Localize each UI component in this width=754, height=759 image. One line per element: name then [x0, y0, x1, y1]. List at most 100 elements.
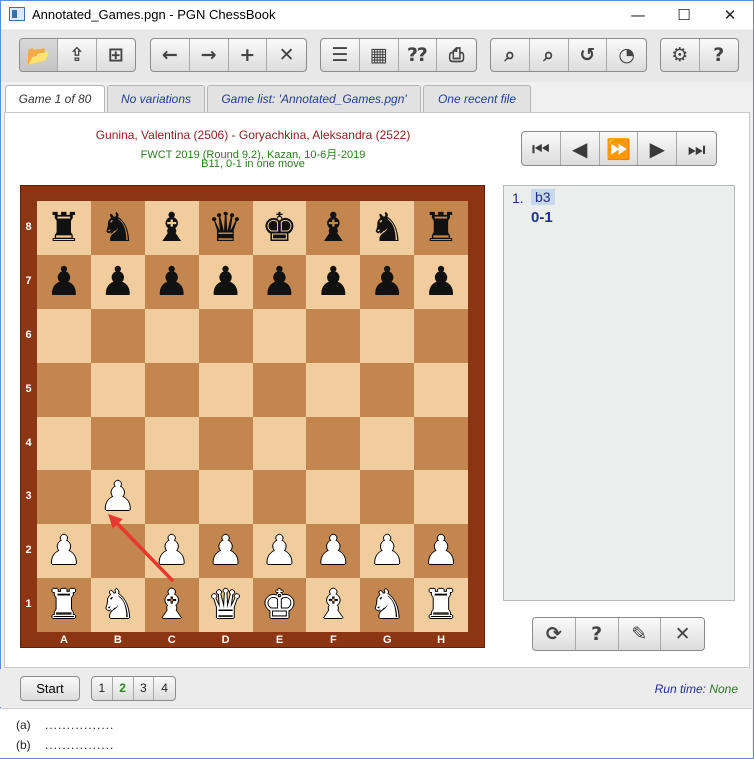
square-a1[interactable]: ♜	[37, 578, 91, 632]
square-e2[interactable]: ♟	[252, 524, 307, 579]
black-queen-icon[interactable]: ♛	[208, 208, 244, 248]
black-bishop-icon[interactable]: ♝	[315, 208, 351, 248]
arrow-right-button[interactable]: →	[190, 39, 229, 71]
square-e5[interactable]	[252, 362, 307, 417]
square-e6[interactable]	[252, 308, 307, 363]
square-d3[interactable]	[198, 470, 253, 525]
square-h6[interactable]	[414, 308, 468, 363]
square-d7[interactable]: ♟	[198, 254, 253, 309]
square-h5[interactable]	[414, 362, 468, 417]
square-d5[interactable]	[198, 362, 253, 417]
white-pawn-icon[interactable]: ♟	[315, 531, 351, 571]
help-book-button[interactable]: ?	[700, 39, 739, 71]
square-g2[interactable]: ♟	[360, 524, 415, 579]
square-b4[interactable]	[90, 416, 145, 471]
black-king-icon[interactable]: ♚	[262, 208, 298, 248]
square-g8[interactable]: ♞	[360, 201, 415, 255]
white-knight-icon[interactable]: ♞	[369, 585, 405, 625]
black-pawn-icon[interactable]: ♟	[154, 262, 190, 302]
black-bishop-icon[interactable]: ♝	[154, 208, 190, 248]
square-e1[interactable]: ♚	[252, 578, 307, 632]
square-e7[interactable]: ♟	[252, 254, 307, 309]
square-a2[interactable]: ♟	[37, 524, 91, 579]
page-button-3[interactable]: 3	[134, 677, 155, 700]
square-c2[interactable]: ♟	[144, 524, 199, 579]
page-button-2[interactable]: 2	[113, 677, 134, 700]
square-h7[interactable]: ♟	[414, 254, 468, 309]
black-pawn-icon[interactable]: ♟	[262, 262, 298, 302]
square-d1[interactable]: ♛	[198, 578, 253, 632]
minimize-button[interactable]: —	[615, 1, 661, 29]
square-f6[interactable]	[306, 308, 361, 363]
square-g3[interactable]	[360, 470, 415, 525]
white-rook-icon[interactable]: ♜	[423, 585, 459, 625]
player-list-button[interactable]: ☰	[321, 39, 360, 71]
black-pawn-icon[interactable]: ♟	[423, 262, 459, 302]
square-f3[interactable]	[306, 470, 361, 525]
settings-gear-button[interactable]: ⚙	[661, 39, 700, 71]
white-knight-icon[interactable]: ♞	[100, 585, 136, 625]
square-e4[interactable]	[252, 416, 307, 471]
white-queen-icon[interactable]: ♛	[208, 585, 244, 625]
undo-search-button[interactable]: ↺	[569, 39, 608, 71]
maximize-button[interactable]: ☐	[661, 1, 707, 29]
open-folder-button[interactable]: 📂	[20, 39, 59, 71]
square-d6[interactable]	[198, 308, 253, 363]
black-rook-icon[interactable]: ♜	[423, 208, 459, 248]
white-pawn-icon[interactable]: ♟	[423, 531, 459, 571]
search-button[interactable]: ⌕	[491, 39, 530, 71]
square-d2[interactable]: ♟	[198, 524, 253, 579]
black-pawn-icon[interactable]: ♟	[315, 262, 351, 302]
square-g4[interactable]	[360, 416, 415, 471]
white-king-icon[interactable]: ♚	[262, 585, 298, 625]
refresh-button[interactable]: ⟳	[533, 618, 576, 650]
white-pawn-icon[interactable]: ♟	[154, 531, 190, 571]
print-button[interactable]: ⎙	[437, 39, 476, 71]
page-button-4[interactable]: 4	[154, 677, 175, 700]
square-d8[interactable]: ♛	[198, 201, 253, 255]
previous-move-button[interactable]: ◀	[561, 132, 600, 165]
first-move-button[interactable]: ⏮	[522, 132, 561, 165]
square-c8[interactable]: ♝	[144, 201, 199, 255]
zoom-search-button[interactable]: ⌕	[530, 39, 569, 71]
white-bishop-icon[interactable]: ♝	[154, 585, 190, 625]
square-b6[interactable]	[90, 308, 145, 363]
square-h2[interactable]: ♟	[414, 524, 468, 579]
square-c1[interactable]: ♝	[144, 578, 199, 632]
square-b5[interactable]	[90, 362, 145, 417]
square-b2[interactable]	[90, 524, 145, 579]
square-h1[interactable]: ♜	[414, 578, 468, 632]
black-pawn-icon[interactable]: ♟	[100, 262, 136, 302]
square-b8[interactable]: ♞	[90, 201, 145, 255]
page-button-1[interactable]: 1	[92, 677, 113, 700]
fast-forward-button[interactable]: ⏩	[600, 132, 639, 165]
plus-button[interactable]: +	[229, 39, 268, 71]
square-a5[interactable]	[37, 362, 91, 417]
square-c5[interactable]	[144, 362, 199, 417]
square-f5[interactable]	[306, 362, 361, 417]
black-pawn-icon[interactable]: ♟	[369, 262, 405, 302]
square-f7[interactable]: ♟	[306, 254, 361, 309]
white-pawn-icon[interactable]: ♟	[100, 477, 136, 517]
square-a6[interactable]	[37, 308, 91, 363]
chess-board[interactable]: ♜ ♞ ♝ ♛ ♚ ♝ ♞ ♜ ♟ ♟ ♟ ♟ ♟ ♟ ♟ ♟ ♟ ♟ ♟ ♟ ♟ ♟ ♟ ♟ ♜ ♞ ♝ ♛ ♚ ♝ ♞ ♜	[37, 201, 468, 632]
square-a3[interactable]	[37, 470, 91, 525]
white-rook-icon[interactable]: ♜	[46, 585, 82, 625]
tab-variations[interactable]: No variations	[107, 85, 205, 112]
annotation-search-button[interactable]: ⁇	[399, 39, 438, 71]
move-list-panel[interactable]: 1. b3 0-1	[503, 185, 735, 601]
board-button[interactable]: ▦	[360, 39, 399, 71]
black-knight-icon[interactable]: ♞	[369, 208, 405, 248]
square-h3[interactable]	[414, 470, 468, 525]
square-a7[interactable]: ♟	[37, 254, 91, 309]
arrow-left-button[interactable]: ←	[151, 39, 190, 71]
square-a8[interactable]: ♜	[37, 201, 91, 255]
square-c7[interactable]: ♟	[144, 254, 199, 309]
last-move-button[interactable]: ⏭	[677, 132, 716, 165]
square-g1[interactable]: ♞	[360, 578, 415, 632]
square-g7[interactable]: ♟	[360, 254, 415, 309]
square-e8[interactable]: ♚	[252, 201, 307, 255]
player-help-button[interactable]: ?	[576, 618, 619, 650]
square-c4[interactable]	[144, 416, 199, 471]
square-f8[interactable]: ♝	[306, 201, 361, 255]
